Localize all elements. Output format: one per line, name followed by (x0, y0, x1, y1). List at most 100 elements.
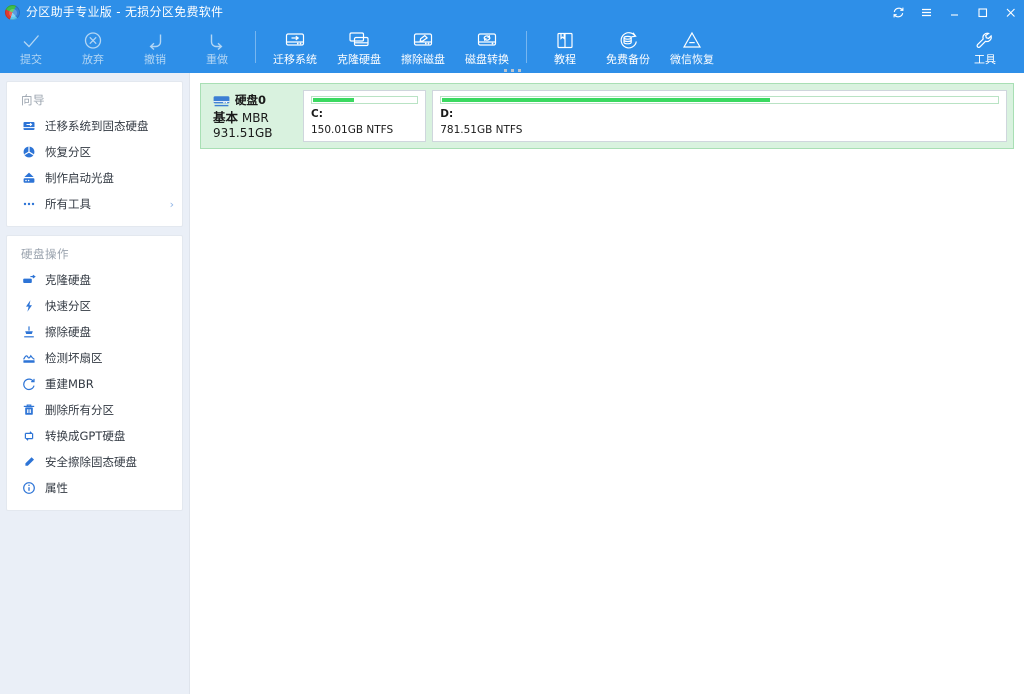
partition-c[interactable]: C: 150.01GB NTFS (303, 90, 426, 142)
sidebar-item-bootable-media-label: 制作启动光盘 (45, 170, 114, 186)
toolbar-free-backup-label: 免费备份 (606, 54, 650, 66)
disk-scheme-value: MBR (242, 111, 269, 125)
partition-d-description: 781.51GB NTFS (440, 124, 999, 136)
disk-capacity: 931.51GB (213, 126, 297, 141)
sidebar-item-rebuild-mbr-label: 重建MBR (45, 376, 94, 392)
sidebar-item-bad-sector-scan-label: 检测坏扇区 (45, 350, 103, 366)
secure-erase-icon (21, 455, 36, 470)
sidebar-item-bootable-media[interactable]: 制作启动光盘 (7, 166, 182, 190)
sidebar-item-all-tools[interactable]: 所有工具 › (7, 192, 182, 216)
partition-d[interactable]: D: 781.51GB NTFS (432, 90, 1007, 142)
convert-gpt-icon (21, 429, 36, 444)
sidebar-item-properties[interactable]: 属性 (7, 476, 182, 500)
body-area: 向导 迁移系统到固态硬盘 (0, 73, 1024, 694)
window-controls (884, 0, 1024, 25)
sidebar-item-delete-all-partitions[interactable]: 删除所有分区 (7, 398, 182, 422)
toolbar-tools-button[interactable]: 工具 (954, 27, 1016, 71)
sidebar-item-wipe-disk-label: 擦除硬盘 (45, 324, 91, 340)
sidebar-item-convert-gpt-label: 转换成GPT硬盘 (45, 428, 125, 444)
disk-info: 硬盘0 基本 MBR 931.51GB (207, 90, 297, 142)
toolbar-convert-disk-button[interactable]: 磁盘转换 (455, 27, 519, 71)
sidebar-item-recover-partition-label: 恢复分区 (45, 144, 91, 160)
sidebar-item-bad-sector-scan[interactable]: 检测坏扇区 (7, 346, 182, 370)
toolbar-separator-1 (255, 31, 256, 63)
close-icon[interactable] (996, 0, 1024, 25)
sidebar-section-disk-operations-title: 硬盘操作 (7, 242, 182, 266)
toolbar-separator-2 (526, 31, 527, 63)
toolbar-redo-button[interactable]: 重做 (186, 27, 248, 71)
partition-c-usage-bar (311, 96, 418, 104)
toolbar-tools-label: 工具 (974, 54, 996, 66)
disk-name: 硬盘0 (235, 92, 266, 108)
rebuild-mbr-icon (21, 377, 36, 392)
main-content: 硬盘0 基本 MBR 931.51GB C: 150.01GB NTFS (190, 73, 1024, 694)
toolbar-discard-label: 放弃 (82, 54, 104, 66)
toolbar-migrate-system-button[interactable]: 迁移系统 (263, 27, 327, 71)
sidebar-item-migrate-ssd[interactable]: 迁移系统到固态硬盘 (7, 114, 182, 138)
minimize-icon[interactable] (940, 0, 968, 25)
bad-sector-scan-icon (21, 351, 36, 366)
clone-disk-icon (21, 273, 36, 288)
window-title: 分区助手专业版 - 无损分区免费软件 (26, 0, 223, 25)
hard-disk-icon (213, 93, 230, 106)
sidebar-item-secure-erase-ssd[interactable]: 安全擦除固态硬盘 (7, 450, 182, 474)
sidebar-section-disk-operations: 硬盘操作 克隆硬盘 (6, 235, 183, 511)
application-window: 分区助手专业版 - 无损分区免费软件 (0, 0, 1024, 694)
partition-c-letter: C: (311, 108, 418, 120)
toolbar-tutorial-label: 教程 (554, 54, 576, 66)
pie-chart-app-icon (5, 5, 20, 20)
sidebar-item-properties-label: 属性 (45, 480, 68, 496)
toolbar-wipe-disk-button[interactable]: 擦除磁盘 (391, 27, 455, 71)
partition-d-usage-fill (442, 98, 769, 102)
info-icon (21, 481, 36, 496)
chevron-right-icon: › (170, 199, 174, 210)
partition-c-usage-fill (313, 98, 354, 102)
refresh-icon[interactable] (884, 0, 912, 25)
disk-type-value: 基本 (213, 110, 238, 125)
toolbar-commit-button[interactable]: 提交 (0, 27, 62, 71)
recover-partition-icon (21, 145, 36, 160)
hamburger-menu-icon[interactable] (912, 0, 940, 25)
sidebar-item-quick-partition[interactable]: 快速分区 (7, 294, 182, 318)
maximize-icon[interactable] (968, 0, 996, 25)
toolbar-clone-disk-button[interactable]: 克隆硬盘 (327, 27, 391, 71)
toolbar-undo-button[interactable]: 撤销 (124, 27, 186, 71)
sidebar-item-all-tools-label: 所有工具 (45, 196, 91, 212)
sidebar-item-migrate-ssd-label: 迁移系统到固态硬盘 (45, 118, 149, 134)
title-bar: 分区助手专业版 - 无损分区免费软件 (0, 0, 1024, 25)
toolbar-redo-label: 重做 (206, 54, 228, 66)
disk-card-0[interactable]: 硬盘0 基本 MBR 931.51GB C: 150.01GB NTFS (200, 83, 1014, 149)
sidebar-item-convert-gpt[interactable]: 转换成GPT硬盘 (7, 424, 182, 448)
sidebar-item-delete-all-partitions-label: 删除所有分区 (45, 402, 114, 418)
main-empty-area (200, 149, 1014, 684)
toolbar-wechat-recovery-button[interactable]: 微信恢复 (660, 27, 724, 71)
wipe-brush-icon (21, 325, 36, 340)
toolbar-commit-label: 提交 (20, 54, 42, 66)
bootable-media-icon (21, 171, 36, 186)
toolbar-wechat-recovery-label: 微信恢复 (670, 54, 714, 66)
partition-d-letter: D: (440, 108, 999, 120)
partition-d-usage-bar (440, 96, 999, 104)
sidebar-section-wizard: 向导 迁移系统到固态硬盘 (6, 81, 183, 227)
migrate-ssd-icon (21, 119, 36, 134)
sidebar: 向导 迁移系统到固态硬盘 (0, 73, 190, 694)
partition-c-description: 150.01GB NTFS (311, 124, 418, 136)
disk-title-row: 硬盘0 (213, 92, 297, 108)
toolbar-discard-button[interactable]: 放弃 (62, 27, 124, 71)
sidebar-section-wizard-title: 向导 (7, 88, 182, 112)
sidebar-item-rebuild-mbr[interactable]: 重建MBR (7, 372, 182, 396)
ellipsis-icon (21, 197, 36, 212)
sidebar-item-wipe-disk[interactable]: 擦除硬盘 (7, 320, 182, 344)
disk-type-row: 基本 MBR (213, 110, 297, 126)
sidebar-item-quick-partition-label: 快速分区 (45, 298, 91, 314)
trash-icon (21, 403, 36, 418)
toolbar-clone-disk-label: 克隆硬盘 (337, 54, 381, 66)
sidebar-item-clone-disk-label: 克隆硬盘 (45, 272, 91, 288)
toolbar-free-backup-button[interactable]: 免费备份 (596, 27, 660, 71)
lightning-icon (21, 299, 36, 314)
toolbar-tutorial-button[interactable]: 教程 (534, 27, 596, 71)
sidebar-item-secure-erase-ssd-label: 安全擦除固态硬盘 (45, 454, 137, 470)
sidebar-item-clone-disk[interactable]: 克隆硬盘 (7, 268, 182, 292)
toolbar-migrate-system-label: 迁移系统 (273, 54, 317, 66)
sidebar-item-recover-partition[interactable]: 恢复分区 (7, 140, 182, 164)
